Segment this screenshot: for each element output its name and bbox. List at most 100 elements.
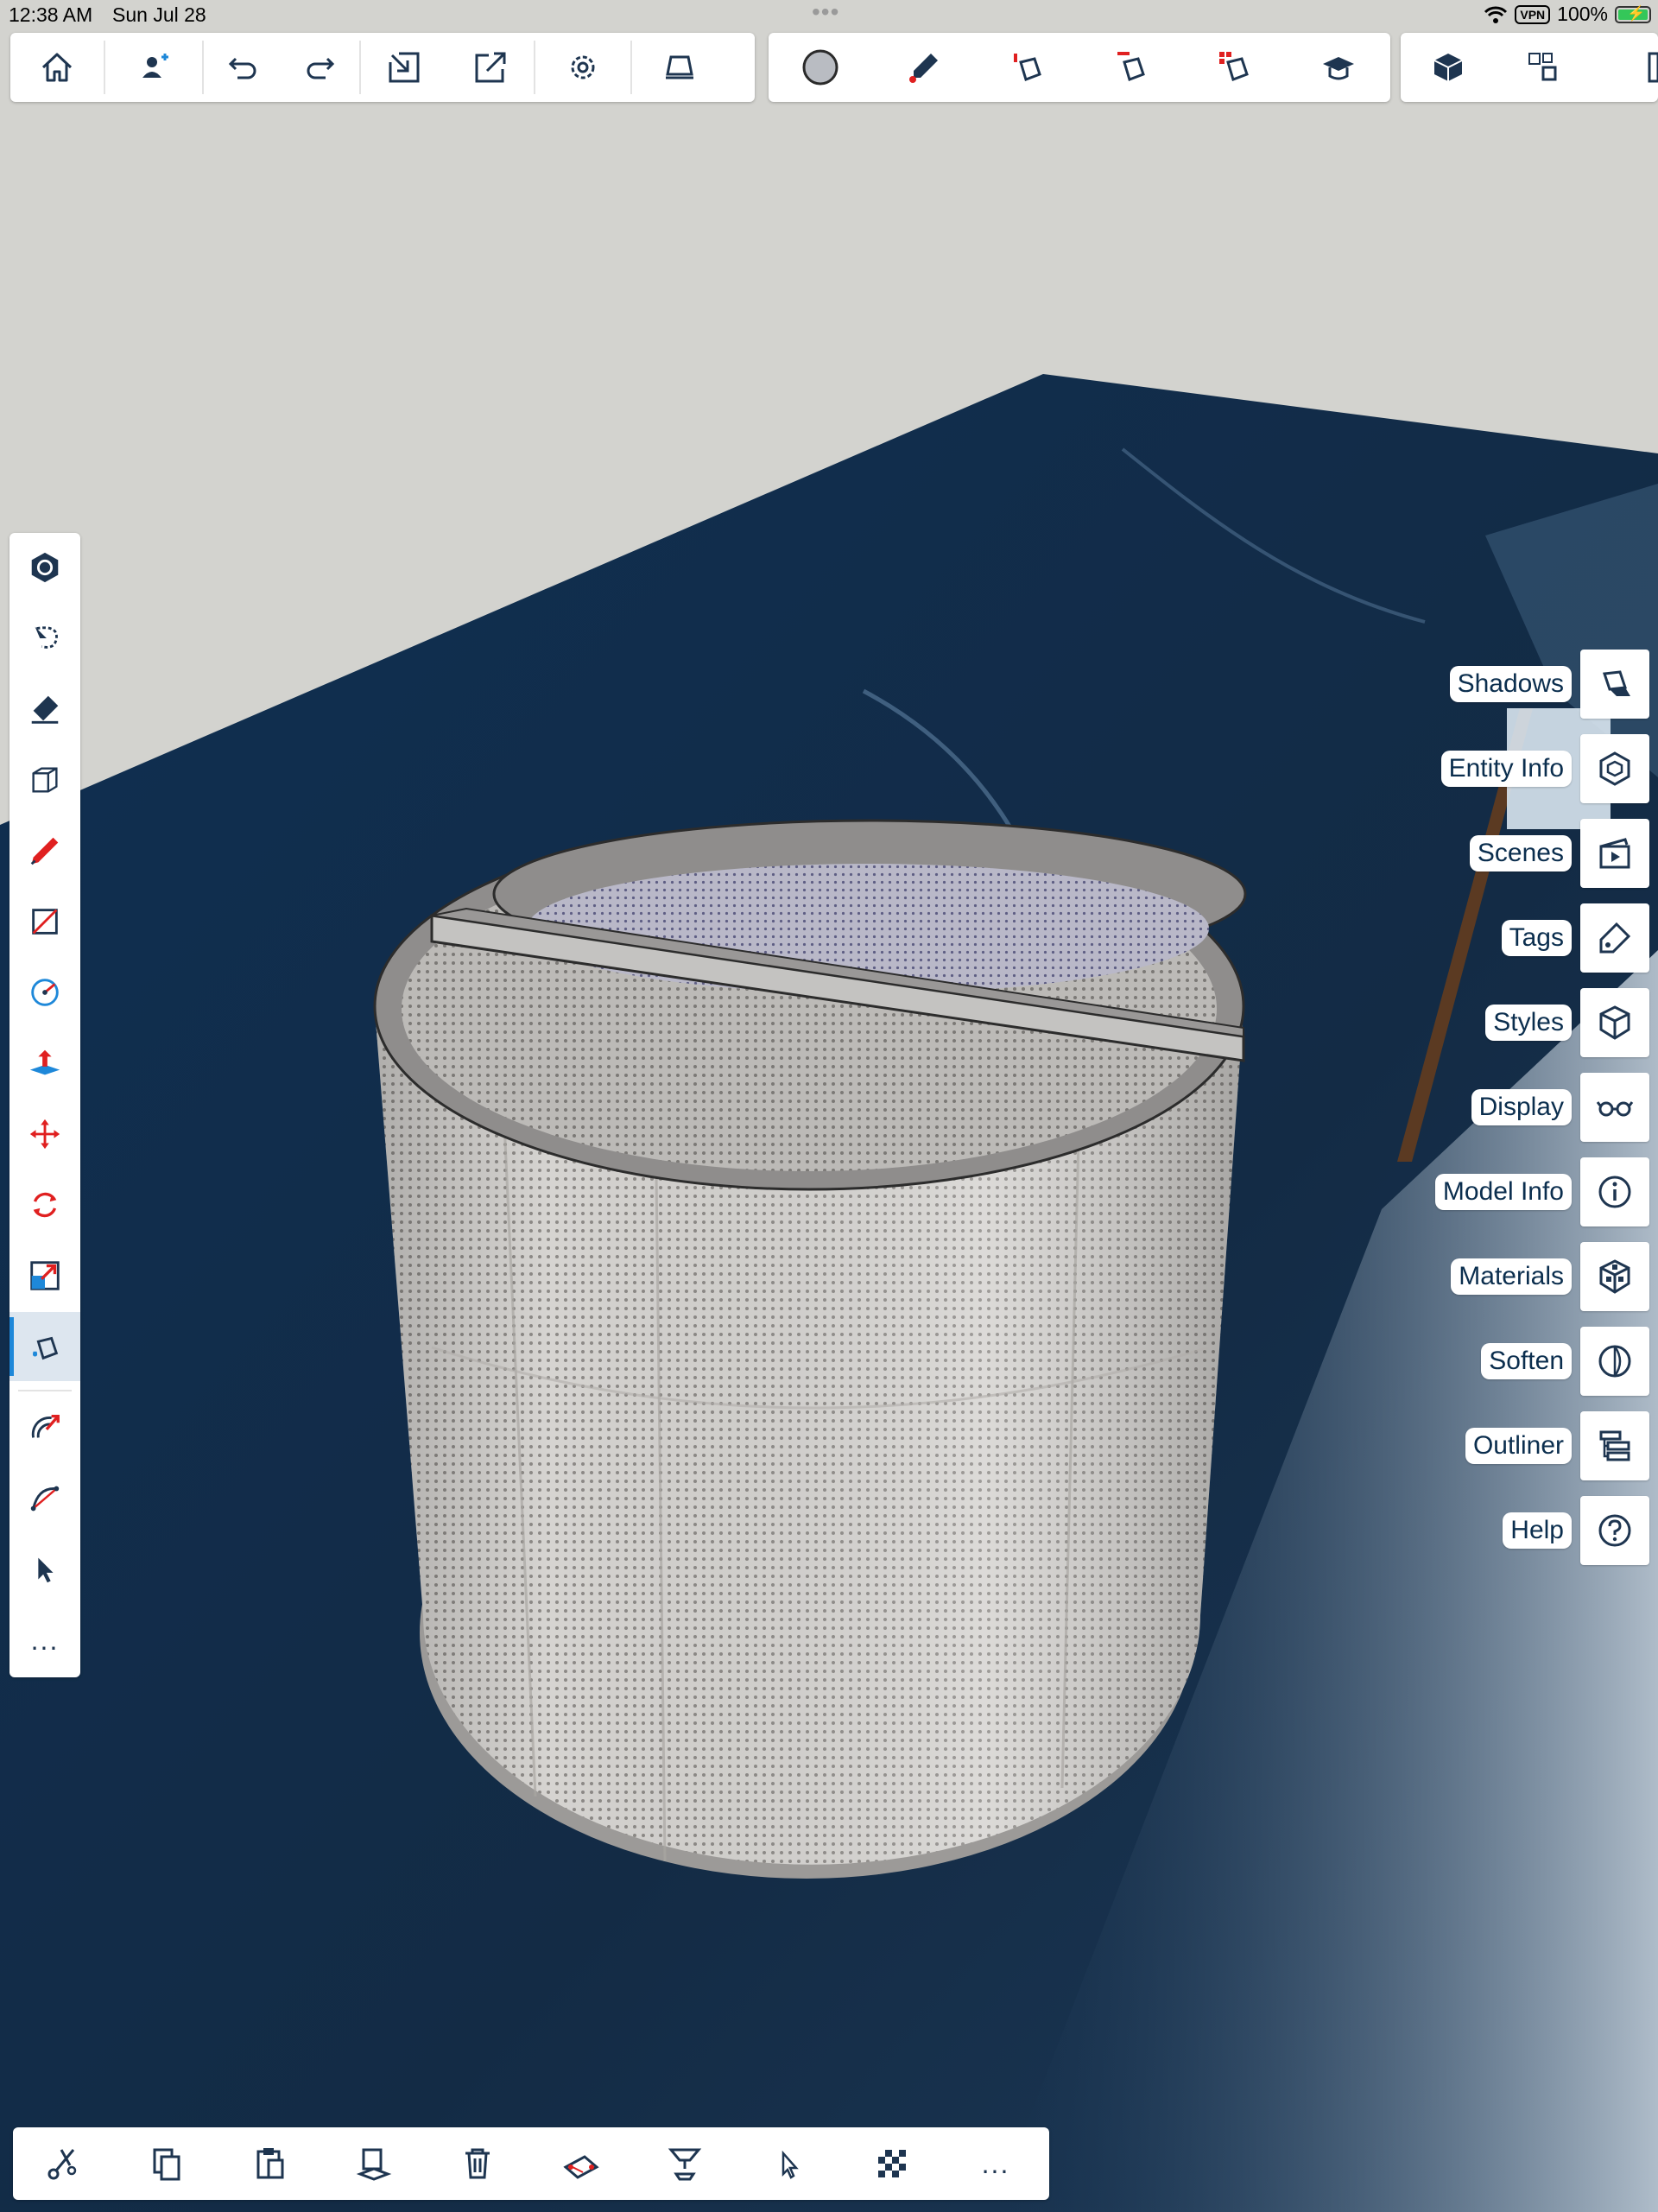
components-button[interactable] [1496, 33, 1591, 102]
status-time: 12:38 AM [9, 3, 93, 26]
panel-scenes[interactable]: Scenes [1469, 819, 1649, 888]
panel-help[interactable]: Help [1503, 1496, 1649, 1565]
copy-button[interactable] [132, 2129, 201, 2198]
vpn-badge: VPN [1515, 4, 1551, 24]
push-pull-box-button[interactable] [9, 745, 80, 814]
lasso-select-icon [35, 626, 58, 649]
panel-label: Entity Info [1440, 751, 1572, 787]
import-button[interactable] [361, 33, 447, 102]
more-tools-button[interactable]: ... [9, 1606, 80, 1675]
eyedropper-button[interactable] [881, 33, 967, 102]
eraser-button[interactable] [632, 33, 727, 102]
cut-button[interactable] [28, 2129, 98, 2198]
push-pull-box-icon [32, 767, 58, 793]
position-texture-button[interactable] [547, 2129, 616, 2198]
follow-me-button[interactable] [9, 1393, 80, 1462]
paint-adjacent-button[interactable] [1088, 33, 1174, 102]
select-icon [782, 2150, 799, 2179]
component-button[interactable] [1401, 33, 1496, 102]
rectangle-button[interactable] [9, 887, 80, 956]
status-bar: 12:38 AM Sun Jul 28 ••• VPN 100% ⚡ [0, 0, 1658, 31]
top-toolbar-paint [769, 33, 1390, 102]
multitask-dots[interactable]: ••• [812, 0, 839, 26]
undo-button[interactable] [204, 33, 282, 102]
panel-label: Model Info [1434, 1174, 1572, 1210]
panel-styles[interactable]: Styles [1485, 988, 1649, 1057]
settings-button[interactable] [535, 33, 630, 102]
scenes-icon [1599, 838, 1630, 869]
delete-button[interactable] [443, 2129, 512, 2198]
lasso-select-button[interactable] [9, 604, 80, 673]
battery-icon: ⚡ [1615, 5, 1651, 23]
bottom-toolbar: ... [13, 2127, 1049, 2200]
panel-label: Scenes [1469, 835, 1572, 871]
section-plane-icon [668, 2148, 702, 2181]
paint-connected-icon [1219, 52, 1249, 81]
eraser-icon [666, 55, 693, 79]
status-date: Sun Jul 28 [112, 3, 206, 26]
tags-icon [1599, 922, 1631, 954]
paste-in-place-button[interactable] [339, 2129, 408, 2198]
paint-bucket-icon [1014, 54, 1041, 81]
material-swatch-button[interactable] [777, 33, 864, 102]
eraser-tool-button[interactable] [9, 675, 80, 744]
panel-shadows[interactable]: Shadows [1449, 650, 1649, 719]
add-user-button[interactable] [105, 33, 202, 102]
panel-soften[interactable]: Soften [1481, 1327, 1649, 1396]
learn-icon [1323, 57, 1354, 80]
section-plane-button[interactable] [650, 2129, 719, 2198]
tool-guide-icon [31, 552, 59, 583]
more-top-button[interactable] [1591, 33, 1658, 102]
eyedropper-icon [909, 54, 938, 83]
rectangle-icon [32, 909, 58, 935]
panel-label: Tags [1501, 920, 1572, 956]
checker-button[interactable] [857, 2129, 927, 2198]
panel-label: Shadows [1449, 666, 1572, 702]
components-icon [1528, 53, 1557, 81]
more-bottom-button[interactable]: ... [961, 2129, 1030, 2198]
arc-button[interactable] [9, 1464, 80, 1533]
paint-bucket-tool-button[interactable] [9, 1312, 80, 1381]
push-pull-icon [29, 1049, 60, 1075]
pencil-button[interactable] [9, 816, 80, 885]
paste-icon [256, 2148, 284, 2179]
select-icon [38, 1557, 54, 1583]
learn-button[interactable] [1295, 33, 1382, 102]
panel-materials[interactable]: Materials [1451, 1242, 1649, 1311]
home-button[interactable] [10, 33, 104, 102]
undo-icon [228, 57, 256, 79]
battery-percent: 100% [1557, 3, 1608, 25]
panel-display[interactable]: Display [1471, 1073, 1649, 1142]
move-button[interactable] [9, 1100, 80, 1169]
scale-button[interactable] [9, 1241, 80, 1310]
styles-icon [1599, 1005, 1630, 1040]
redo-button[interactable] [282, 33, 359, 102]
model-viewport[interactable] [0, 0, 1658, 2212]
export-button[interactable] [447, 33, 534, 102]
paint-bucket-button[interactable] [984, 33, 1071, 102]
add-user-icon [142, 54, 168, 78]
select-tool-button[interactable] [754, 2129, 823, 2198]
tool-guide-button[interactable] [9, 533, 80, 602]
panel-entity-info[interactable]: Entity Info [1440, 734, 1649, 803]
panel-label: Soften [1481, 1343, 1572, 1379]
panel-tags[interactable]: Tags [1501, 903, 1649, 973]
push-pull-button[interactable] [9, 1029, 80, 1098]
paint-bucket-icon [33, 1336, 59, 1360]
paste-button[interactable] [236, 2129, 305, 2198]
circle-button[interactable] [9, 958, 80, 1027]
panel-model-info[interactable]: Model Info [1434, 1157, 1649, 1226]
select-button[interactable] [9, 1535, 80, 1604]
import-icon [389, 52, 420, 83]
shadows-icon [1602, 670, 1630, 696]
panel-label: Styles [1485, 1005, 1572, 1041]
material-swatch-icon [802, 49, 838, 86]
arc-icon [30, 1486, 60, 1512]
rotate-button[interactable] [9, 1170, 80, 1239]
paint-connected-button[interactable] [1192, 33, 1278, 102]
rotate-icon [33, 1192, 57, 1218]
panel-outliner[interactable]: Outliner [1465, 1411, 1649, 1480]
more-icon [1648, 52, 1658, 83]
more-icon: ... [981, 2147, 1010, 2179]
scale-icon [30, 1261, 60, 1290]
